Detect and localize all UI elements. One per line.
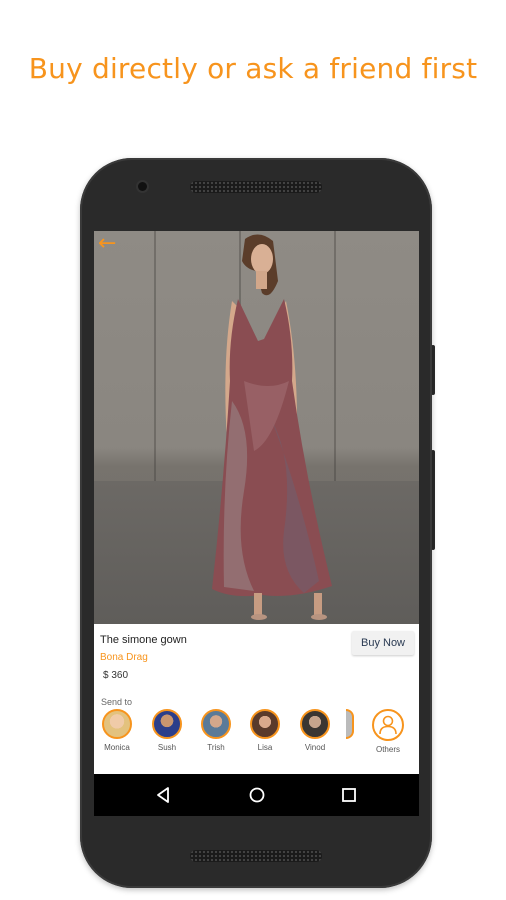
bottom-speaker (190, 850, 322, 862)
contact-list: Monica Sush Trish Lisa Vinod Others (94, 709, 419, 759)
contact-item[interactable]: Monica (94, 709, 142, 752)
top-speaker (190, 181, 322, 193)
product-photo[interactable]: ← (94, 231, 419, 624)
product-info-panel: The simone gown Bona Drag $ 360 Buy Now … (94, 624, 419, 774)
avatar (152, 709, 182, 739)
others-button[interactable]: Others (363, 709, 413, 754)
model-figure (212, 234, 332, 620)
contact-name: Sush (157, 743, 177, 752)
avatar (201, 709, 231, 739)
headline: Buy directly or ask a friend first (28, 52, 478, 85)
contact-item[interactable]: Trish (191, 709, 241, 752)
triangle-back-icon[interactable] (152, 784, 174, 806)
product-name: The simone gown (100, 634, 187, 646)
person-outline-icon (372, 709, 404, 741)
contact-item-partial[interactable] (346, 709, 356, 739)
square-recents-icon[interactable] (338, 784, 360, 806)
contact-name: Monica (104, 743, 130, 752)
contact-name: Lisa (257, 743, 273, 752)
circle-home-icon[interactable] (246, 784, 268, 806)
front-camera (138, 182, 147, 191)
send-to-label: Send to (101, 697, 133, 707)
avatar (250, 709, 280, 739)
buy-now-button[interactable]: Buy Now (352, 631, 414, 655)
others-label: Others (375, 745, 400, 754)
contact-item[interactable]: Sush (142, 709, 192, 752)
android-nav-bar (94, 774, 419, 816)
phone-screen: ← The simone gown Bona Drag $ 360 Buy No… (94, 231, 419, 816)
product-price: $ 360 (103, 670, 129, 681)
contact-name: Trish (207, 743, 225, 752)
contact-item[interactable]: Lisa (240, 709, 290, 752)
contact-item[interactable]: Vinod (290, 709, 340, 752)
contact-name: Vinod (304, 743, 326, 752)
avatar (300, 709, 330, 739)
product-brand[interactable]: Bona Drag (100, 652, 148, 663)
avatar (102, 709, 132, 739)
back-arrow-icon[interactable]: ← (98, 233, 122, 255)
avatar (346, 709, 354, 739)
